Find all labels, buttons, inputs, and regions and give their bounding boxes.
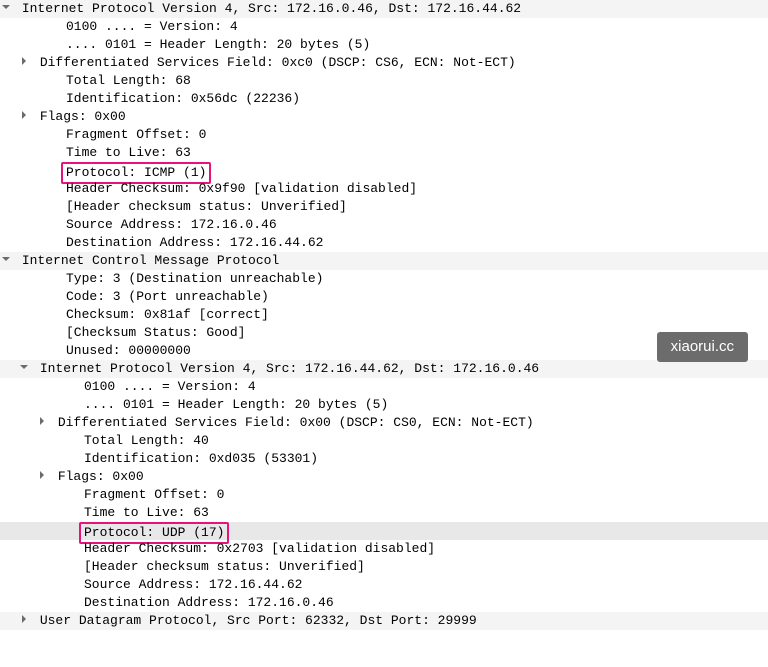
tree-row-text: Identification: 0x56dc (22236)	[66, 91, 300, 106]
tree-row-text: Source Address: 172.16.44.62	[84, 577, 302, 592]
chevron-down-icon[interactable]	[0, 1, 12, 13]
fragment-offset-1[interactable]: Fragment Offset: 0	[0, 126, 768, 144]
tree-row-text: [Header checksum status: Unverified]	[84, 559, 365, 574]
chevron-right-icon[interactable]	[18, 55, 30, 67]
tree-row-text: Total Length: 68	[66, 73, 191, 88]
ttl-2[interactable]: Time to Live: 63	[0, 504, 768, 522]
destination-address-2[interactable]: Destination Address: 172.16.0.46	[0, 594, 768, 612]
chevron-down-icon[interactable]	[0, 253, 12, 265]
ipv4-header-2[interactable]: Internet Protocol Version 4, Src: 172.16…	[0, 360, 768, 378]
source-address-1[interactable]: Source Address: 172.16.0.46	[0, 216, 768, 234]
version-1[interactable]: 0100 .... = Version: 4	[0, 18, 768, 36]
tree-row-text: [Header checksum status: Unverified]	[66, 199, 347, 214]
icmp-header[interactable]: Internet Control Message Protocol	[0, 252, 768, 270]
dsf-2[interactable]: Differentiated Services Field: 0x00 (DSC…	[0, 414, 768, 432]
tree-row-text: 0100 .... = Version: 4	[84, 379, 256, 394]
destination-address-1[interactable]: Destination Address: 172.16.44.62	[0, 234, 768, 252]
chevron-right-icon[interactable]	[36, 469, 48, 481]
icmp-unused[interactable]: Unused: 00000000	[0, 342, 768, 360]
tree-row-text: 0100 .... = Version: 4	[66, 19, 238, 34]
tree-row-text: Time to Live: 63	[66, 145, 191, 160]
tree-row-text: Flags: 0x00	[58, 469, 144, 484]
tree-row-text: Destination Address: 172.16.44.62	[66, 235, 323, 250]
protocol-udp[interactable]: Protocol: UDP (17)	[0, 522, 768, 540]
icmp-type[interactable]: Type: 3 (Destination unreachable)	[0, 270, 768, 288]
tree-row-text: Code: 3 (Port unreachable)	[66, 289, 269, 304]
flags-1[interactable]: Flags: 0x00	[0, 108, 768, 126]
chevron-right-icon[interactable]	[18, 613, 30, 625]
ipv4-header-1[interactable]: Internet Protocol Version 4, Src: 172.16…	[0, 0, 768, 18]
header-checksum-status-2[interactable]: [Header checksum status: Unverified]	[0, 558, 768, 576]
source-address-2[interactable]: Source Address: 172.16.44.62	[0, 576, 768, 594]
identification-2[interactable]: Identification: 0xd035 (53301)	[0, 450, 768, 468]
tree-row-text: .... 0101 = Header Length: 20 bytes (5)	[66, 37, 370, 52]
tree-row-text: Fragment Offset: 0	[66, 127, 206, 142]
tree-row-text: Flags: 0x00	[40, 109, 126, 124]
tree-row-text: Header Checksum: 0x2703 [validation disa…	[84, 541, 435, 556]
tree-row-text: User Datagram Protocol, Src Port: 62332,…	[40, 613, 477, 628]
tree-row-text: Identification: 0xd035 (53301)	[84, 451, 318, 466]
ttl-1[interactable]: Time to Live: 63	[0, 144, 768, 162]
udp-header[interactable]: User Datagram Protocol, Src Port: 62332,…	[0, 612, 768, 630]
total-length-2[interactable]: Total Length: 40	[0, 432, 768, 450]
tree-row-text: Internet Protocol Version 4, Src: 172.16…	[40, 361, 539, 376]
chevron-down-icon[interactable]	[18, 361, 30, 373]
protocol-icmp[interactable]: Protocol: ICMP (1)	[0, 162, 768, 180]
icmp-code[interactable]: Code: 3 (Port unreachable)	[0, 288, 768, 306]
tree-row-text: Source Address: 172.16.0.46	[66, 217, 277, 232]
tree-row-text: Fragment Offset: 0	[84, 487, 224, 502]
tree-row-text: Total Length: 40	[84, 433, 209, 448]
tree-row-text: Internet Protocol Version 4, Src: 172.16…	[22, 1, 521, 16]
flags-2[interactable]: Flags: 0x00	[0, 468, 768, 486]
tree-row-text: Internet Control Message Protocol	[22, 253, 279, 268]
icmp-checksum-status[interactable]: [Checksum Status: Good]	[0, 324, 768, 342]
header-length-2[interactable]: .... 0101 = Header Length: 20 bytes (5)	[0, 396, 768, 414]
tree-row-text: Unused: 00000000	[66, 343, 191, 358]
icmp-checksum[interactable]: Checksum: 0x81af [correct]	[0, 306, 768, 324]
tree-row-text: Checksum: 0x81af [correct]	[66, 307, 269, 322]
total-length-1[interactable]: Total Length: 68	[0, 72, 768, 90]
watermark-badge: xiaorui.cc	[657, 332, 748, 362]
packet-detail-tree[interactable]: Internet Protocol Version 4, Src: 172.16…	[0, 0, 768, 630]
chevron-right-icon[interactable]	[36, 415, 48, 427]
tree-row-text: Header Checksum: 0x9f90 [validation disa…	[66, 181, 417, 196]
tree-row-text: .... 0101 = Header Length: 20 bytes (5)	[84, 397, 388, 412]
chevron-right-icon[interactable]	[18, 109, 30, 121]
tree-row-text: [Checksum Status: Good]	[66, 325, 245, 340]
tree-row-text: Time to Live: 63	[84, 505, 209, 520]
header-checksum-2[interactable]: Header Checksum: 0x2703 [validation disa…	[0, 540, 768, 558]
version-2[interactable]: 0100 .... = Version: 4	[0, 378, 768, 396]
dsf-1[interactable]: Differentiated Services Field: 0xc0 (DSC…	[0, 54, 768, 72]
tree-row-text: Differentiated Services Field: 0xc0 (DSC…	[40, 55, 516, 70]
tree-row-text: Differentiated Services Field: 0x00 (DSC…	[58, 415, 534, 430]
header-checksum-1[interactable]: Header Checksum: 0x9f90 [validation disa…	[0, 180, 768, 198]
header-checksum-status-1[interactable]: [Header checksum status: Unverified]	[0, 198, 768, 216]
tree-row-text: Destination Address: 172.16.0.46	[84, 595, 334, 610]
identification-1[interactable]: Identification: 0x56dc (22236)	[0, 90, 768, 108]
header-length-1[interactable]: .... 0101 = Header Length: 20 bytes (5)	[0, 36, 768, 54]
tree-row-text: Type: 3 (Destination unreachable)	[66, 271, 323, 286]
fragment-offset-2[interactable]: Fragment Offset: 0	[0, 486, 768, 504]
